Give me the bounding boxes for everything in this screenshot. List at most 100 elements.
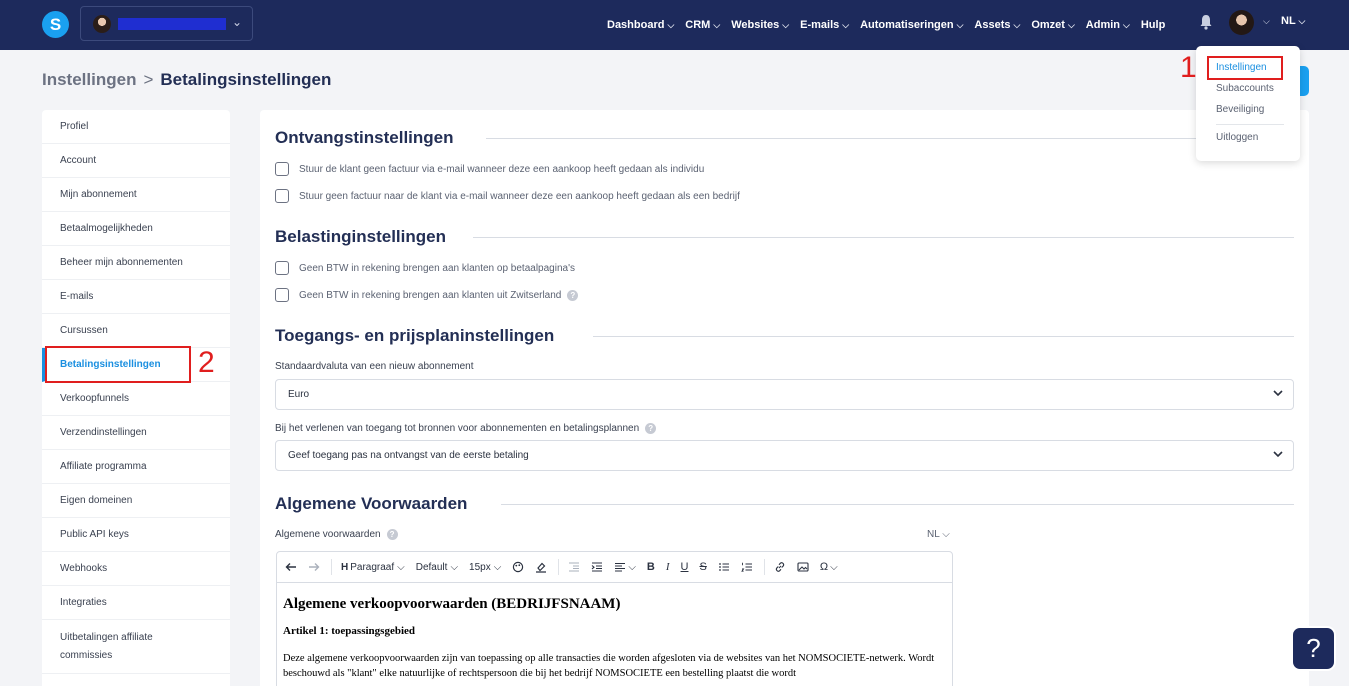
checkbox-no-invoice-company[interactable]: [275, 189, 289, 203]
omega-icon: Ω: [819, 561, 829, 573]
sidebar-item-beheer-abonnementen[interactable]: Beheer mijn abonnementen: [42, 246, 230, 280]
section-divider: [473, 237, 1294, 238]
sidebar-item-mijn-abonnement[interactable]: Mijn abonnement: [42, 178, 230, 212]
nav-help[interactable]: Hulp: [1141, 19, 1165, 31]
nav-omzet[interactable]: Omzet ⌵: [1031, 19, 1074, 31]
bell-icon[interactable]: [1199, 14, 1213, 30]
sidebar-item-public-api-keys[interactable]: Public API keys: [42, 518, 230, 552]
menu-item-subaccounts[interactable]: Subaccounts: [1216, 83, 1274, 94]
account-selector[interactable]: ⌄: [80, 6, 253, 41]
checkbox-row[interactable]: Geen BTW in rekening brengen aan klanten…: [275, 288, 579, 302]
checkbox-label: Geen BTW in rekening brengen aan klanten…: [299, 289, 562, 301]
section-divider: [486, 138, 1294, 139]
sidebar-item-label: Betaalmogelijkheden: [60, 223, 153, 234]
checkbox-no-vat-payment-pages[interactable]: [275, 261, 289, 275]
highlight-icon[interactable]: [535, 561, 547, 573]
access-grant-select[interactable]: Geef toegang pas na ontvangst van de eer…: [275, 440, 1294, 471]
nav-admin[interactable]: Admin ⌵: [1086, 19, 1130, 31]
font-size-dropdown[interactable]: 15px ⌵: [469, 562, 501, 573]
bold-icon[interactable]: B: [647, 561, 655, 573]
sidebar-item-label: Mijn abonnement: [60, 189, 137, 200]
user-avatar[interactable]: [1229, 10, 1254, 35]
sidebar-item-uitbetalingen-affiliate[interactable]: Uitbetalingen affiliate commissies: [42, 620, 230, 674]
color-palette-icon[interactable]: [512, 561, 524, 573]
chevron-down-icon: ⌵: [667, 19, 675, 30]
nav-dashboard[interactable]: Dashboard ⌵: [607, 19, 674, 31]
chevron-down-icon[interactable]: ⌵: [1263, 16, 1270, 27]
terms-rich-text-editor[interactable]: H Paragraaf ⌵ Default ⌵ 15px ⌵ ⌵ B I U S Ω ⌵ …: [276, 551, 953, 686]
checkbox-row[interactable]: Stuur geen factuur naar de klant via e-m…: [275, 189, 740, 203]
payment-settings-panel: Ontvangstinstellingen Stuur de klant gee…: [260, 110, 1309, 686]
redo-icon[interactable]: [308, 561, 320, 573]
sidebar-item-profiel[interactable]: Profiel: [42, 110, 230, 144]
chevron-down-icon: ⌄: [231, 15, 242, 29]
menu-item-beveiliging[interactable]: Beveiliging: [1216, 104, 1264, 115]
checkbox-row[interactable]: Stuur de klant geen factuur via e-mail w…: [275, 162, 704, 176]
sidebar-item-eigen-domeinen[interactable]: Eigen domeinen: [42, 484, 230, 518]
font-family-dropdown[interactable]: Default ⌵: [416, 562, 458, 573]
menu-divider: [1216, 124, 1284, 125]
nav-emails[interactable]: E-mails ⌵: [800, 19, 849, 31]
sidebar-item-emails[interactable]: E-mails: [42, 280, 230, 314]
chevron-down-icon: ⌵: [1298, 16, 1306, 26]
nav-crm[interactable]: CRM ⌵: [685, 19, 720, 31]
top-navigation-bar: S ⌄ Dashboard ⌵ CRM ⌵ Websites ⌵ E-mails ⌵ A…: [0, 0, 1349, 50]
sidebar-item-label: Affiliate programma: [60, 461, 147, 472]
sidebar-item-verzendinstellingen[interactable]: Verzendinstellingen: [42, 416, 230, 450]
bullet-list-icon[interactable]: [718, 561, 730, 573]
outdent-icon[interactable]: [568, 561, 580, 573]
sidebar-item-cursussen[interactable]: Cursussen: [42, 314, 230, 348]
checkbox-row[interactable]: Geen BTW in rekening brengen aan klanten…: [275, 261, 575, 275]
sidebar-item-affiliate-programma[interactable]: Affiliate programma: [42, 450, 230, 484]
account-avatar: [93, 15, 111, 33]
link-icon[interactable]: [774, 561, 786, 573]
strikethrough-icon[interactable]: S: [699, 561, 706, 573]
paragraph-dropdown[interactable]: H Paragraaf ⌵: [341, 562, 405, 573]
nav-assets[interactable]: Assets ⌵: [974, 19, 1020, 31]
nav-websites[interactable]: Websites ⌵: [731, 19, 789, 31]
special-character-dropdown[interactable]: Ω ⌵: [820, 561, 838, 573]
chevron-down-icon: [1273, 451, 1283, 458]
editor-content[interactable]: Algemene verkoopvoorwaarden (BEDRIJFSNAA…: [277, 583, 952, 686]
sidebar-item-verkoopfunnels[interactable]: Verkoopfunnels: [42, 382, 230, 416]
underline-icon[interactable]: U: [681, 561, 689, 573]
help-icon[interactable]: ?: [567, 289, 579, 301]
checkbox-no-invoice-individual[interactable]: [275, 162, 289, 176]
italic-icon[interactable]: I: [666, 561, 670, 573]
editor-toolbar: H Paragraaf ⌵ Default ⌵ 15px ⌵ ⌵ B I U S Ω ⌵: [277, 552, 952, 583]
menu-item-uitloggen[interactable]: Uitloggen: [1216, 132, 1258, 143]
sidebar-item-label: Account: [60, 155, 97, 166]
align-dropdown[interactable]: ⌵: [614, 561, 636, 573]
help-icon[interactable]: ?: [386, 529, 398, 540]
currency-select[interactable]: Euro: [275, 379, 1294, 410]
breadcrumb: Instellingen > Betalingsinstellingen: [42, 70, 331, 90]
terms-language-selector[interactable]: NL ⌵: [927, 529, 950, 540]
app-logo[interactable]: S: [42, 11, 69, 38]
sidebar-item-webhooks[interactable]: Webhooks: [42, 552, 230, 586]
chevron-down-icon: ⌵: [956, 19, 964, 30]
chevron-down-icon: ⌵: [450, 561, 459, 573]
sidebar-item-betaalmogelijkheden[interactable]: Betaalmogelijkheden: [42, 212, 230, 246]
section-divider: [501, 504, 1294, 505]
image-icon[interactable]: [797, 561, 809, 573]
chevron-down-icon: [1273, 390, 1283, 397]
checkbox-label: Stuur geen factuur naar de klant via e-m…: [299, 190, 740, 202]
content-heading: Algemene verkoopvoorwaarden (BEDRIJFSNAA…: [283, 596, 621, 612]
undo-icon[interactable]: [285, 561, 297, 573]
breadcrumb-parent[interactable]: Instellingen: [42, 70, 136, 89]
numbered-list-icon[interactable]: [740, 561, 753, 573]
help-icon[interactable]: ?: [645, 423, 657, 434]
annotation-number-2: 2: [198, 346, 215, 379]
chevron-down-icon: ⌵: [842, 19, 850, 30]
nav-automatiseringen[interactable]: Automatiseringen ⌵: [860, 19, 963, 31]
sidebar-item-account[interactable]: Account: [42, 144, 230, 178]
sidebar-item-label: E-mails: [60, 291, 94, 302]
indent-icon[interactable]: [591, 561, 603, 573]
chevron-down-icon: ⌵: [713, 19, 721, 30]
help-chat-button[interactable]: ?: [1291, 626, 1336, 671]
sidebar-item-integraties[interactable]: Integraties: [42, 586, 230, 620]
checkbox-label: Stuur de klant geen factuur via e-mail w…: [299, 163, 705, 175]
language-selector[interactable]: NL ⌵: [1281, 15, 1305, 27]
checkbox-no-vat-switzerland[interactable]: [275, 288, 289, 302]
section-title-access: Toegangs- en prijsplaninstellingen: [275, 326, 555, 345]
